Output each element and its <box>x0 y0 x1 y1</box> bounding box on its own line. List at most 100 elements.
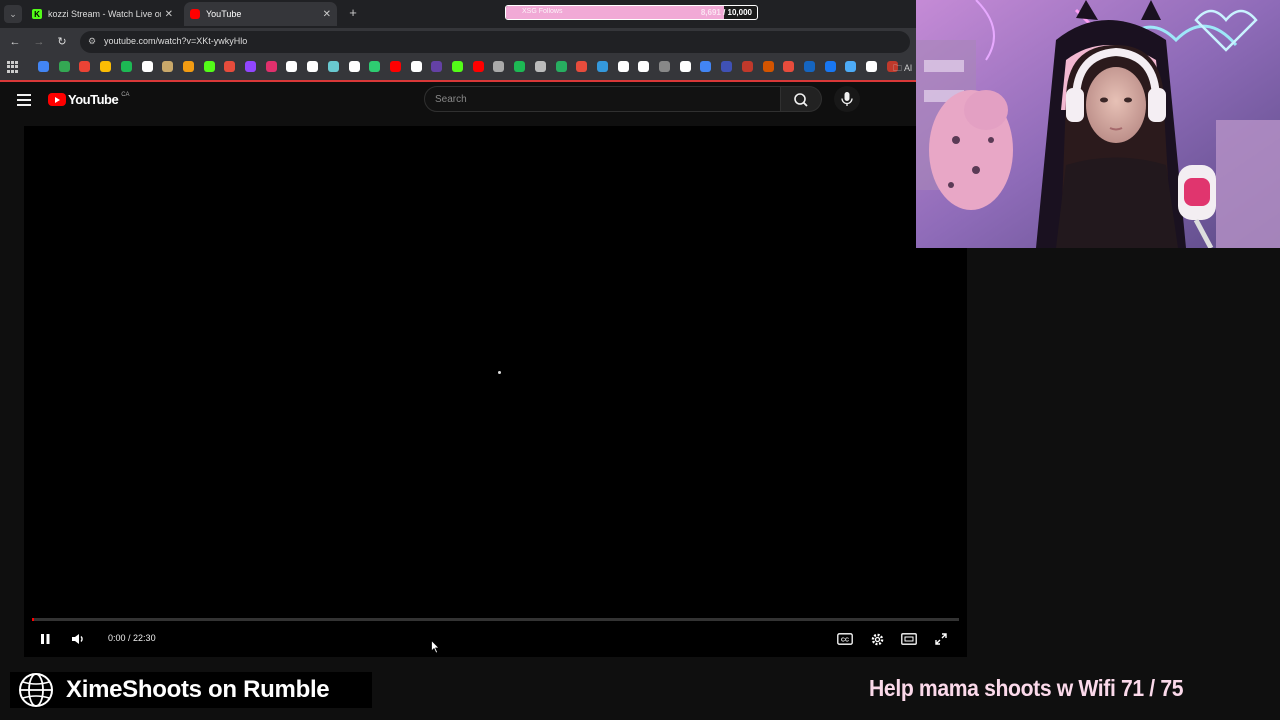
bookmark-favicon-icon[interactable] <box>141 61 153 72</box>
bookmark-favicon-icon[interactable] <box>555 61 567 72</box>
closed-captions-icon: CC <box>837 633 853 645</box>
bookmarks-folder[interactable]: 🗀 Al <box>893 61 912 77</box>
bookmark-favicon-icon[interactable] <box>762 61 774 72</box>
apps-grid-icon[interactable] <box>7 61 19 73</box>
theater-mode-icon <box>901 633 917 645</box>
bookmark-favicon-icon[interactable] <box>845 61 857 72</box>
close-tab-icon[interactable]: ✕ <box>323 9 331 20</box>
bookmark-favicon-icon[interactable] <box>596 61 608 72</box>
youtube-icon <box>190 9 200 19</box>
follow-goal-target: 10,000 <box>727 8 752 17</box>
bookmark-favicon-icon[interactable] <box>824 61 836 72</box>
kick-icon: K <box>32 9 42 19</box>
bookmark-favicon-icon[interactable] <box>79 61 91 72</box>
bookmark-favicon-icon[interactable] <box>224 61 236 72</box>
tab-search-button[interactable]: ⌄ <box>4 5 22 23</box>
search-box <box>424 86 781 112</box>
bookmark-favicon-icon[interactable] <box>120 61 132 72</box>
url-omnibox[interactable]: ⚙ youtube.com/watch?v=XKt-ywkyHlo <box>80 31 910 53</box>
bookmark-favicon-icon[interactable] <box>162 61 174 72</box>
bookmark-favicon-icon[interactable] <box>783 61 795 72</box>
progress-bar[interactable] <box>32 618 959 621</box>
rumble-channel-text: XimeShoots on Rumble <box>66 676 330 703</box>
video-player[interactable]: 0:00 / 22:30 CC <box>24 126 967 657</box>
country-code: CA <box>121 92 130 98</box>
menu-icon[interactable] <box>17 94 31 106</box>
bookmark-favicon-icon[interactable] <box>617 61 629 72</box>
microphone-icon <box>841 92 853 106</box>
voice-search-button[interactable] <box>834 86 860 112</box>
streamer-webcam <box>916 0 1280 248</box>
tab-title: YouTube <box>206 9 242 19</box>
youtube-logo-text: YouTube <box>68 92 119 107</box>
forward-arrow-icon[interactable]: → <box>31 34 47 50</box>
bookmark-favicon-icon[interactable] <box>389 61 401 72</box>
tab-youtube[interactable]: YouTube ✕ <box>184 2 337 26</box>
bookmark-favicon-icon[interactable] <box>245 61 256 72</box>
new-tab-button[interactable]: + <box>346 5 360 20</box>
theater-mode-button[interactable] <box>898 628 920 650</box>
bookmark-favicon-icon[interactable] <box>286 61 298 72</box>
bookmark-favicon-icon[interactable] <box>348 61 360 72</box>
right-side-panel <box>967 248 1280 660</box>
fullscreen-button[interactable] <box>930 628 952 650</box>
youtube-play-logo-icon <box>48 93 66 106</box>
mouse-cursor-icon <box>431 640 440 654</box>
youtube-logo[interactable]: YouTube CA <box>48 92 130 107</box>
bookmark-favicon-icon[interactable] <box>100 61 112 72</box>
follow-goal-current: 8,691 <box>700 8 721 17</box>
bookmark-favicon-icon[interactable] <box>659 61 670 72</box>
bookmark-favicon-icon[interactable] <box>203 61 215 72</box>
reload-icon[interactable]: ↻ <box>54 34 70 50</box>
browser-tab-bar: ⌄ K kozzi Stream - Watch Live on K ✕ You… <box>0 0 916 28</box>
youtube-header: YouTube CA <box>0 84 916 126</box>
search-input[interactable] <box>425 87 780 111</box>
search-button[interactable] <box>781 86 822 112</box>
bookmarks-folder-label: Al <box>904 63 913 73</box>
follow-goal-count: 8,691 / 10,000 <box>700 8 752 17</box>
bookmark-favicon-icon[interactable] <box>514 61 526 72</box>
volume-icon <box>72 634 83 644</box>
globe-icon <box>19 673 53 707</box>
browser-address-bar: ← → ↻ ⚙ youtube.com/watch?v=XKt-ywkyHlo <box>0 28 916 56</box>
pause-button[interactable] <box>34 628 56 650</box>
follow-goal-bar: XSG Follows 8,691 / 10,000 <box>505 5 758 20</box>
bookmark-favicon-icon[interactable] <box>472 61 484 72</box>
bookmark-favicon-icon[interactable] <box>700 61 712 72</box>
url-text[interactable]: youtube.com/watch?v=XKt-ywkyHlo <box>104 36 247 46</box>
wifi-goal-text: Help mama shoots w Wifi 71 / 75 <box>869 675 1184 701</box>
webcam-image <box>916 0 1280 248</box>
fullscreen-icon <box>935 633 947 645</box>
bookmark-favicon-icon[interactable] <box>866 61 877 72</box>
bookmark-favicon-icon[interactable] <box>431 61 443 72</box>
bookmark-favicon-icon[interactable] <box>327 61 339 72</box>
stream-overlay-bar: XimeShoots on Rumble Help mama shoots w … <box>0 660 1280 720</box>
loading-spinner <box>498 371 501 374</box>
bookmark-favicon-icon[interactable] <box>638 61 650 72</box>
gear-icon <box>871 633 883 645</box>
bookmark-favicon-icon[interactable] <box>534 61 546 72</box>
bookmark-favicon-icon[interactable] <box>182 61 194 72</box>
tab-kick-stream[interactable]: K kozzi Stream - Watch Live on K ✕ <box>26 2 179 26</box>
bookmark-favicon-icon[interactable] <box>307 61 319 72</box>
bookmark-favicon-icon[interactable] <box>679 61 691 72</box>
settings-button[interactable] <box>866 628 888 650</box>
bookmark-favicon-icon[interactable] <box>410 61 422 72</box>
bookmark-favicon-icon[interactable] <box>452 61 463 72</box>
subtitles-button[interactable]: CC <box>834 628 856 650</box>
bookmark-favicon-icon[interactable] <box>741 61 753 72</box>
bookmarks-bar: 🗀 Al <box>0 56 916 82</box>
bookmark-favicon-icon[interactable] <box>721 61 733 72</box>
back-arrow-icon[interactable]: ← <box>7 34 23 50</box>
bookmark-favicon-icon[interactable] <box>38 61 49 72</box>
bookmark-favicon-icon[interactable] <box>576 61 588 72</box>
bookmark-favicon-icon[interactable] <box>265 61 277 72</box>
close-tab-icon[interactable]: ✕ <box>165 9 173 20</box>
follow-goal-label: XSG Follows <box>522 8 563 15</box>
bookmark-favicon-icon[interactable] <box>493 61 505 72</box>
site-info-icon[interactable]: ⚙ <box>88 36 96 47</box>
bookmark-favicon-icon[interactable] <box>369 61 381 72</box>
bookmark-favicon-icon[interactable] <box>58 61 70 72</box>
mute-button[interactable] <box>67 628 89 650</box>
bookmark-favicon-icon[interactable] <box>803 61 815 72</box>
